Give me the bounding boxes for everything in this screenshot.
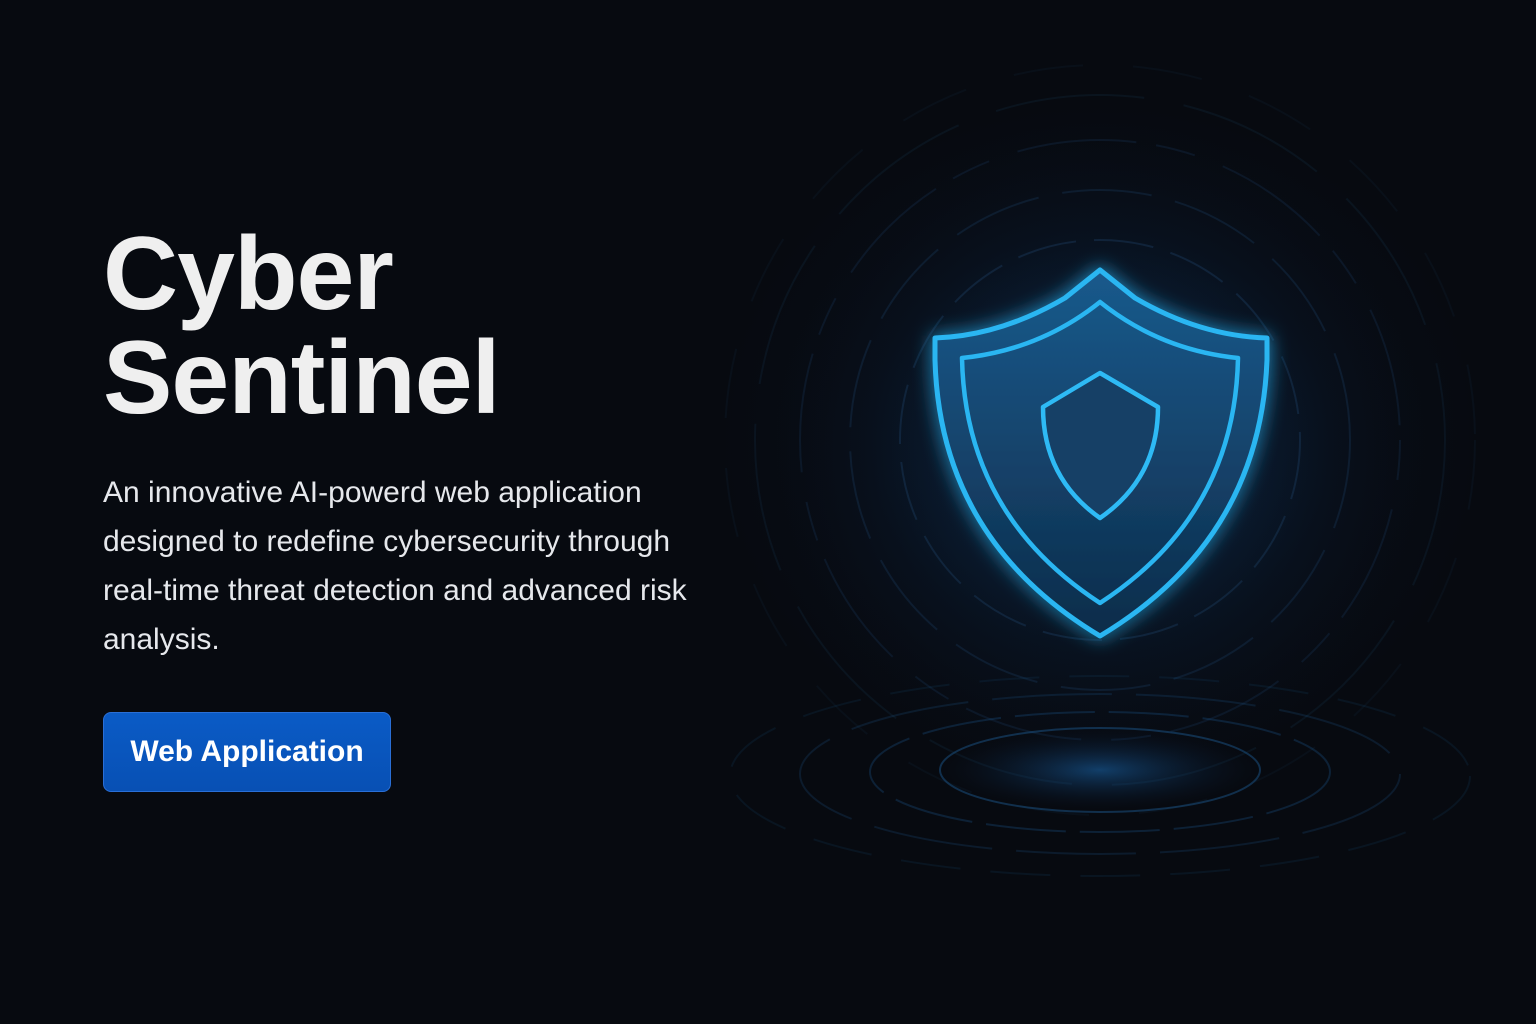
web-application-button[interactable]: Web Application xyxy=(103,712,391,792)
title-line-2: Sentinel xyxy=(103,320,501,436)
hero-text-block: Cyber Sentinel An innovative AI-powerd w… xyxy=(103,222,723,664)
title-line-1: Cyber xyxy=(103,216,394,332)
shield-emblem xyxy=(724,64,1476,877)
page-title: Cyber Sentinel xyxy=(103,222,723,430)
hero-page: Cyber Sentinel An innovative AI-powerd w… xyxy=(0,0,1536,1024)
hero-description: An innovative AI-powerd web application … xyxy=(103,476,687,656)
